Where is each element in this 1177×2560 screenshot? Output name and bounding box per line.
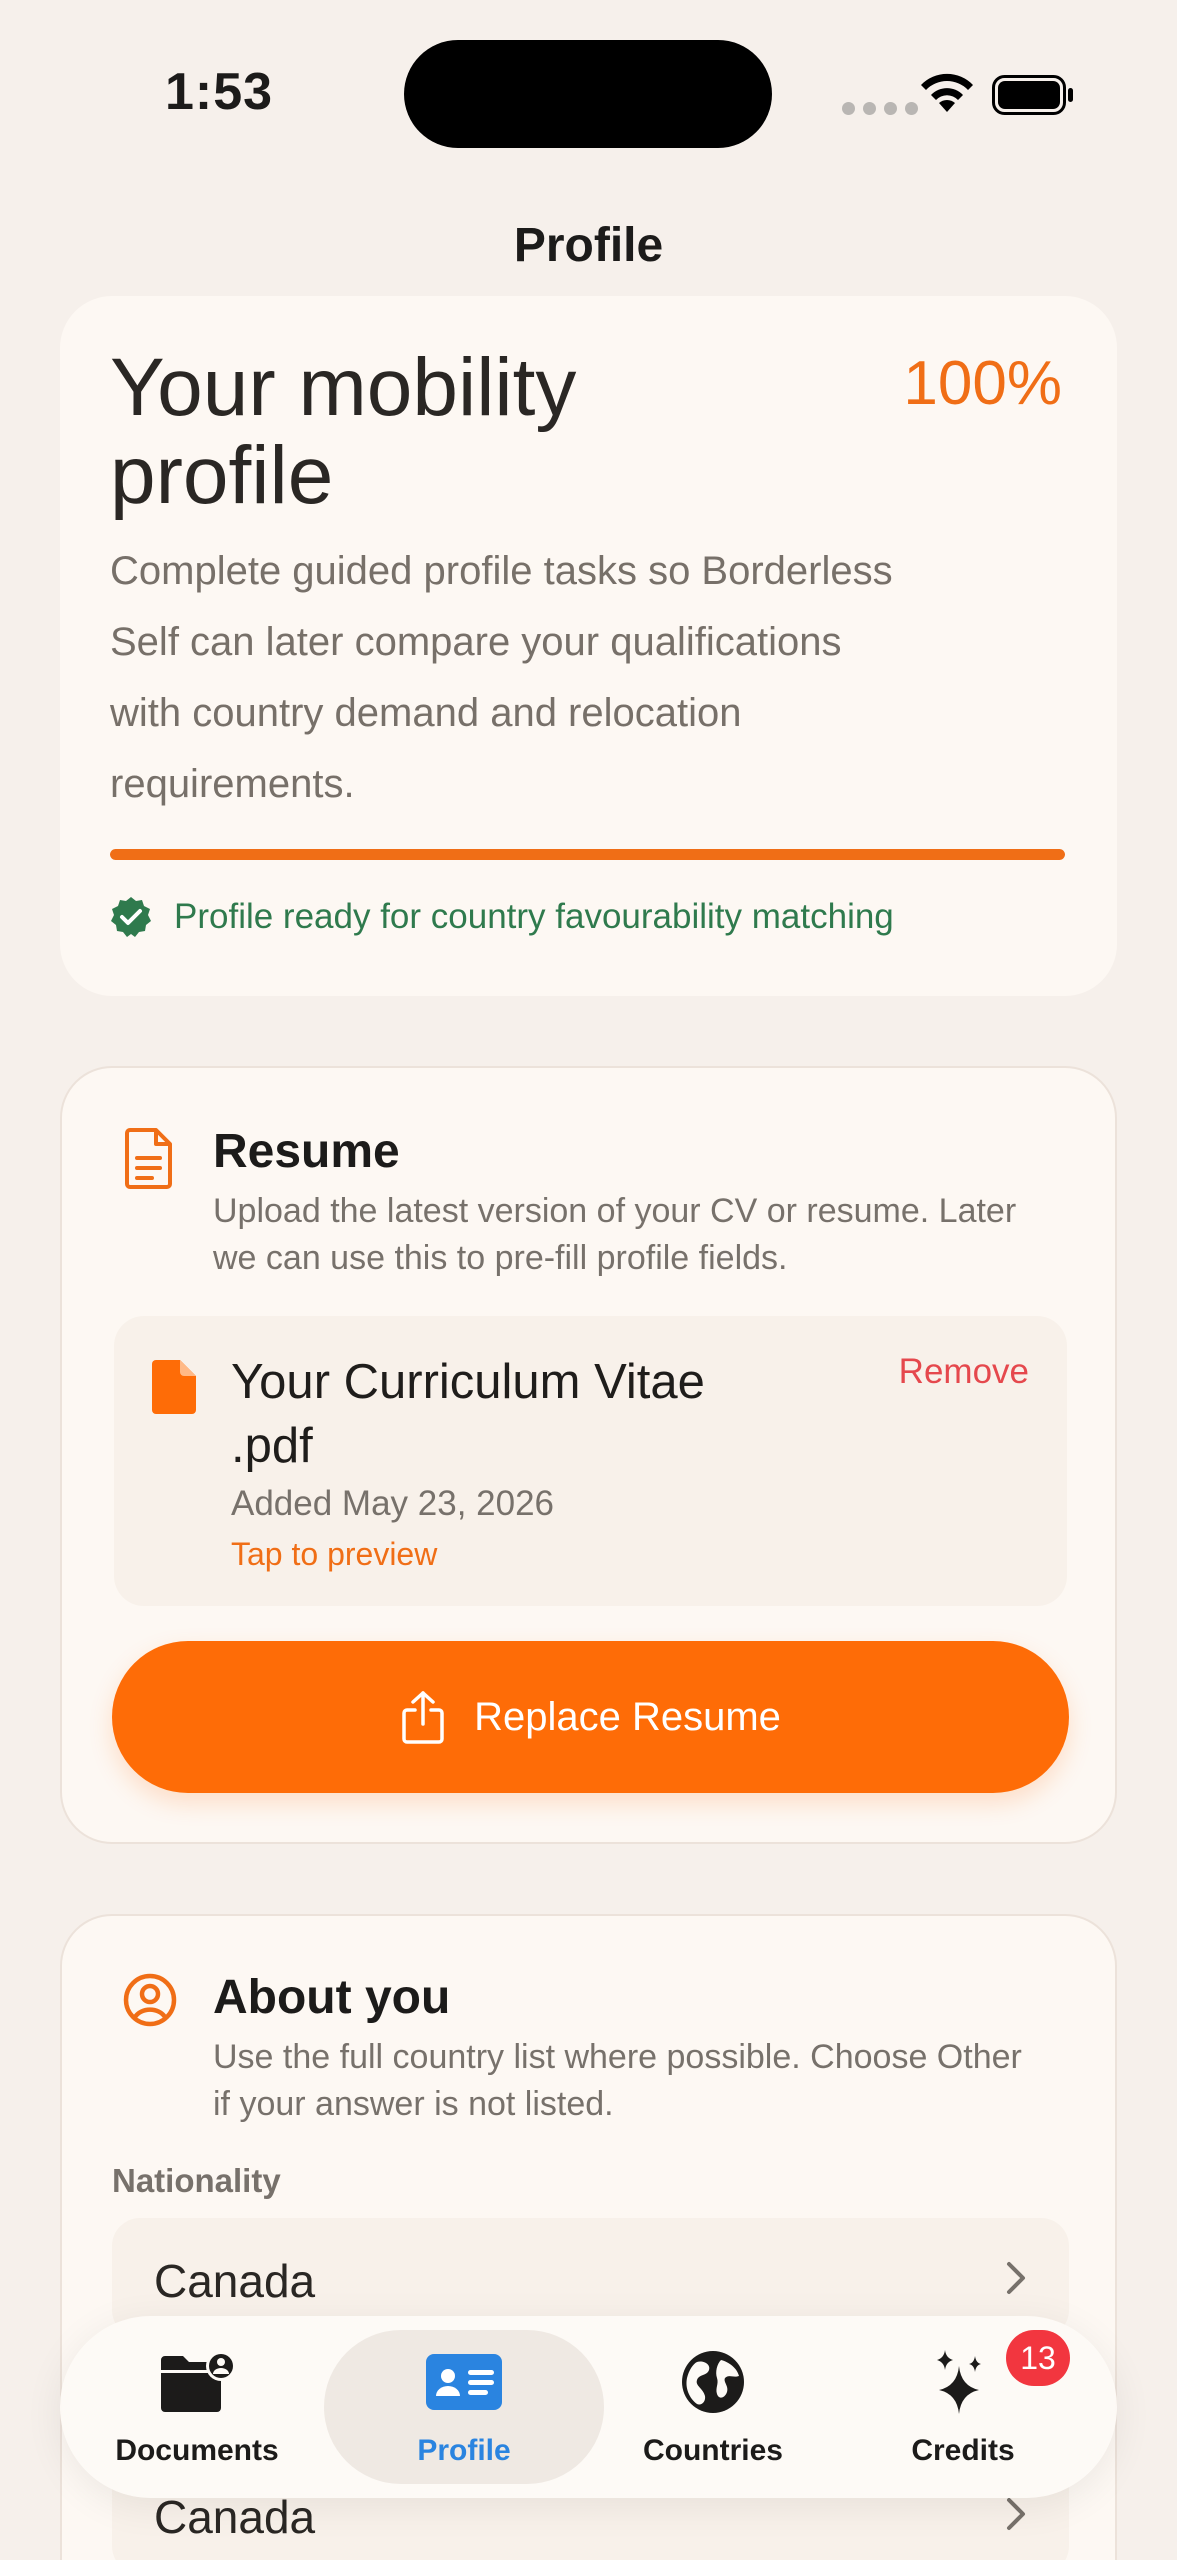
mobility-description: Complete guided profile tasks so Borderl… [110,549,893,806]
file-name: Your Curriculum Vitae .pdf [231,1355,705,1473]
dynamic-island [404,40,772,148]
document-icon [125,1128,172,1189]
completion-percent: 100% [903,349,1062,418]
tab-documents[interactable]: Documents [72,2316,322,2498]
resume-title: Resume [213,1125,400,1178]
nationality-label: Nationality [112,2162,281,2199]
sparkles-icon [937,2350,981,2414]
status-bar: 1:53 [0,0,1177,190]
profile-progress-bar [110,849,1065,860]
profile-screen: 1:53 Profile Your mobility profile 100% … [0,0,1177,2560]
status-time: 1:53 [165,63,274,121]
credits-badge: 13 [1006,2330,1070,2386]
tab-label-countries: Countries [642,2434,783,2467]
person-circle-icon [123,1973,177,2027]
tab-countries[interactable]: Countries [588,2316,838,2498]
remove-button[interactable]: Remove [899,1352,1029,1392]
chevron-right-icon [1007,2262,1025,2294]
globe-icon [682,2351,744,2413]
cellular-signal-icon [842,102,918,115]
tab-bar: Documents Profile Countries 13 Credits [60,2316,1117,2498]
battery-icon [992,75,1073,115]
mobility-title: Your mobility profile [110,342,577,521]
chevron-right-icon [1007,2498,1025,2530]
verified-check-icon [111,897,151,937]
tab-label-documents: Documents [115,2434,279,2467]
page-title: Profile [513,219,664,272]
wifi-icon [921,73,973,112]
nationality-value: Canada [154,2255,316,2307]
file-icon [152,1360,196,1414]
preview-link[interactable]: Tap to preview [231,1536,437,1573]
progress-fill [110,849,1065,860]
share-upload-icon [402,1691,444,1744]
replace-resume-label: Replace Resume [474,1694,781,1739]
ready-status: Profile ready for country favourability … [110,896,894,938]
contact-card-icon [426,2354,502,2410]
resume-card: Resume Upload the latest version of your… [60,1066,1117,1844]
mobility-profile-card: Your mobility profile 100% Complete guid… [60,296,1117,996]
replace-resume-button[interactable]: Replace Resume [112,1641,1069,1793]
second-country-value: Canada [154,2491,316,2543]
folder-person-icon [161,2351,236,2412]
about-description: Use the full country list where possible… [213,2038,1022,2123]
tab-label-profile: Profile [417,2434,511,2467]
tab-profile[interactable]: Profile [339,2316,589,2498]
tab-credits[interactable]: 13 Credits [838,2316,1088,2498]
resume-file-item[interactable]: Your Curriculum Vitae .pdf Added May 23,… [114,1316,1067,1606]
about-title: About you [213,1971,451,2024]
resume-description: Upload the latest version of your CV or … [213,1192,1017,1277]
file-added-date: Added May 23, 2026 [231,1484,555,1523]
ready-text: Profile ready for country favourability … [174,897,894,936]
tab-label-credits: Credits [911,2434,1015,2467]
